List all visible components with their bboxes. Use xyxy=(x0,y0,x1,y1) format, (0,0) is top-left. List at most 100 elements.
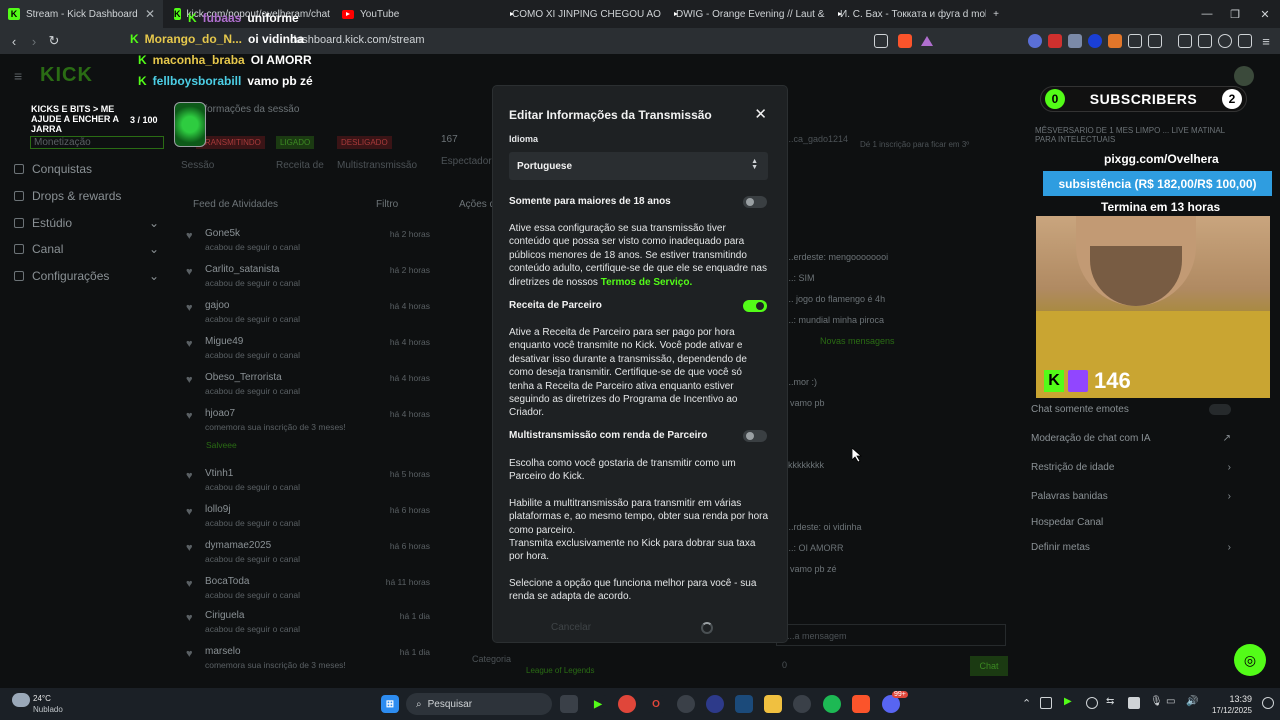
tray-icon[interactable] xyxy=(1040,697,1052,709)
chevron-up-icon[interactable]: ⌃ xyxy=(1022,697,1031,710)
extension-icon[interactable] xyxy=(1088,34,1102,48)
feed-row[interactable]: ♥ Obeso_Terrorista acabou de seguir o cana… xyxy=(180,370,430,404)
cancel-button[interactable]: Cancelar xyxy=(551,622,591,633)
chat-message: vamo pb xyxy=(790,398,825,408)
extension-icon[interactable] xyxy=(1068,34,1082,48)
feed-row[interactable]: ♥ Migue49 acabou de seguir o canal há 4 hor… xyxy=(180,334,430,368)
tab-title: Stream - Kick Dashboard xyxy=(26,8,138,20)
category-value[interactable]: League of Legends xyxy=(526,666,595,675)
puzzle-icon[interactable] xyxy=(1128,34,1142,48)
minimize-icon[interactable]: — xyxy=(1192,0,1222,28)
brave-icon[interactable] xyxy=(852,695,870,713)
folder-icon[interactable] xyxy=(764,695,782,713)
feed-row[interactable]: ♥ gajoo acabou de seguir o canal há 4 horas xyxy=(180,298,430,332)
menu-icon[interactable]: ≡ xyxy=(1256,31,1276,51)
close-icon[interactable]: ✕ xyxy=(754,105,767,123)
close-window-icon[interactable]: ✕ xyxy=(1250,0,1280,28)
notifications-icon[interactable] xyxy=(1262,697,1274,709)
setting-host-channel[interactable]: Hospedar Canal xyxy=(1031,517,1231,528)
url-field[interactable]: dashboard.kick.com/stream xyxy=(290,34,425,46)
share-icon[interactable] xyxy=(874,34,888,48)
extension-icon[interactable] xyxy=(1048,34,1062,48)
forward-icon[interactable]: › xyxy=(24,31,44,51)
feed-row[interactable]: ♥ Gone5k acabou de seguir o canal há 2 hora… xyxy=(180,226,430,260)
weather-desc[interactable]: Nublado xyxy=(33,705,63,714)
sidebar-item-configuracoes[interactable]: Configurações ⌄ xyxy=(14,269,159,283)
tab-youtube[interactable]: YouTube xyxy=(334,0,498,28)
vpn-icon[interactable] xyxy=(1218,34,1232,48)
tray-icon[interactable] xyxy=(1128,697,1140,709)
windows-start-icon[interactable]: ⊞ xyxy=(381,695,399,713)
shield-icon[interactable] xyxy=(1238,34,1252,48)
tray-icon[interactable]: ⇆ xyxy=(1106,696,1114,707)
feed-row[interactable]: ♥ Carlito_satanista acabou de seguir o can… xyxy=(180,262,430,296)
network-icon[interactable]: ▭ xyxy=(1166,696,1175,707)
setting-goals[interactable]: Definir metas › xyxy=(1031,542,1231,553)
extension-icon[interactable] xyxy=(1028,34,1042,48)
adult-description: Ative essa configuração se sua transmiss… xyxy=(509,223,767,288)
feed-filter[interactable]: Filtro xyxy=(376,199,398,210)
sidebar-item-estudio[interactable]: Estúdio ⌄ xyxy=(14,216,159,230)
kick-taskbar-icon[interactable]: ▶ xyxy=(589,695,607,713)
sidebar-icon[interactable] xyxy=(1178,34,1192,48)
tab-kick-dashboard[interactable]: K Stream - Kick Dashboard ✕ xyxy=(0,0,163,28)
feed-row[interactable]: ♥ lollo9j acabou de seguir o canal há 6 hor… xyxy=(180,502,430,536)
chat-input[interactable]: ...a mensagem xyxy=(776,624,1006,646)
weather-temp[interactable]: 24°C xyxy=(33,694,51,703)
brave-shield-icon[interactable] xyxy=(898,34,912,48)
feed-row[interactable]: ♥ BocaToda acabou de seguir o canal há 11 h… xyxy=(180,574,430,608)
taskbar-search[interactable]: ⌕ Pesquisar xyxy=(406,693,552,715)
feed-row[interactable]: ♥ marselo comemora sua inscrição de 3 mese… xyxy=(180,644,430,678)
terms-link[interactable]: Termos de Serviço. xyxy=(601,277,693,288)
rewards-icon[interactable] xyxy=(920,34,934,48)
close-tab-icon[interactable]: ✕ xyxy=(145,7,155,21)
feed-row[interactable]: ♥ hjoao7 comemora sua inscrição de 3 meses… xyxy=(180,406,430,440)
kick-logo[interactable]: KICK xyxy=(40,64,93,87)
language-select[interactable]: Portuguese ▲ ▼ xyxy=(509,152,768,180)
setting-age-restriction[interactable]: Restrição de idade › xyxy=(1031,462,1231,473)
tab-youtube-dwig[interactable]: DWIG - Orange Evening // Laut & Lu xyxy=(662,0,826,28)
opera-icon[interactable]: O xyxy=(647,695,665,713)
feed-row[interactable]: ♥ Ciriguela acabou de seguir o canal há 1 d… xyxy=(180,608,430,642)
tab-youtube-bach[interactable]: И. С. Бах - Токката и фуга d moll - Yo xyxy=(826,0,986,28)
extension-icon[interactable] xyxy=(1108,34,1122,48)
spotify-icon[interactable] xyxy=(823,695,841,713)
multistream-toggle[interactable] xyxy=(743,430,767,442)
avatar[interactable] xyxy=(1234,66,1254,86)
hamburger-icon[interactable]: ≡ xyxy=(14,68,22,84)
feed-row[interactable]: ♥ Vtinh1 acabou de seguir o canal há 5 hora… xyxy=(180,466,430,500)
volume-icon[interactable]: 🔊 xyxy=(1186,696,1198,707)
sidebar-item-canal[interactable]: Canal ⌄ xyxy=(14,242,159,256)
support-button[interactable]: ◎ xyxy=(1234,644,1266,676)
microphone-icon[interactable]: 🎙 xyxy=(1150,696,1163,707)
tab-youtube-xi[interactable]: COMO XI JINPING CHEGOU AO POD xyxy=(498,0,662,28)
feed-row[interactable]: ♥ dymamae2025 acabou de seguir o canal há 6… xyxy=(180,538,430,572)
chrome-icon[interactable] xyxy=(618,695,636,713)
new-tab-button[interactable]: + xyxy=(986,0,1006,28)
sidebar-item-conquistas[interactable]: Conquistas xyxy=(14,162,92,176)
wallet-icon[interactable] xyxy=(1198,34,1212,48)
sidebar-item-drops[interactable]: Drops & rewards xyxy=(14,189,121,203)
clock-time[interactable]: 13:39 xyxy=(1204,694,1252,704)
task-view-icon[interactable] xyxy=(560,695,578,713)
setting-ai-moderation[interactable]: Moderação de chat com IA ↗ xyxy=(1031,433,1231,444)
tray-play-icon[interactable]: ▶ xyxy=(1064,696,1072,707)
tray-icon[interactable] xyxy=(1086,697,1098,709)
reload-icon[interactable]: ↻ xyxy=(44,31,64,51)
setting-emote-only[interactable]: Chat somente emotes xyxy=(1031,404,1231,415)
app-icon[interactable] xyxy=(793,695,811,713)
back-icon[interactable]: ‹ xyxy=(4,31,24,51)
adult-toggle[interactable] xyxy=(743,196,767,208)
sidebar-item-monetizacao[interactable]: Monetização xyxy=(30,136,164,149)
chat-notice: Dé 1 inscrição para ficar em 3º xyxy=(860,140,970,149)
obs-icon[interactable] xyxy=(677,695,695,713)
steam-icon[interactable] xyxy=(735,695,753,713)
tab-search-icon[interactable] xyxy=(1148,34,1162,48)
setting-banned-words[interactable]: Palavras banidas › xyxy=(1031,491,1231,502)
app-icon[interactable] xyxy=(706,695,724,713)
partner-revenue-toggle[interactable] xyxy=(743,300,767,312)
clock-date[interactable]: 17/12/2025 xyxy=(1204,706,1252,715)
toggle[interactable] xyxy=(1209,404,1231,415)
send-chat-button[interactable]: Chat xyxy=(970,656,1008,676)
maximize-icon[interactable]: ❐ xyxy=(1220,0,1250,28)
